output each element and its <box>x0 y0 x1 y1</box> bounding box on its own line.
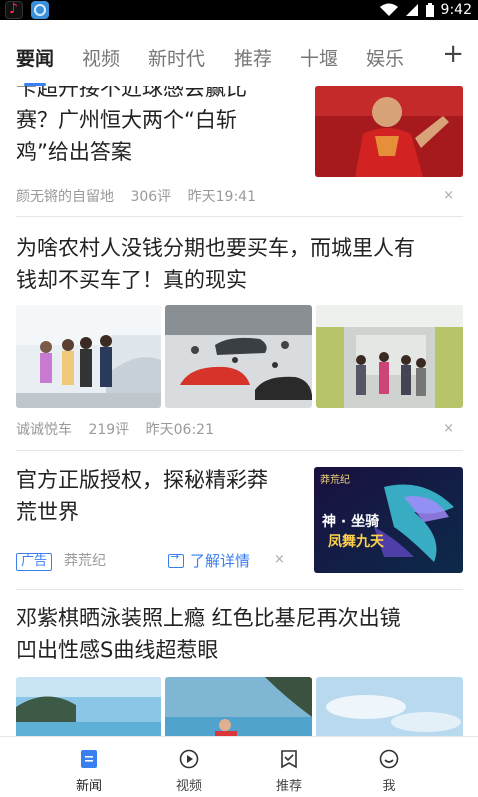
tab-entertainment[interactable]: 娱乐 <box>366 44 404 71</box>
ad-banner-subheadline: 凤舞九天 <box>328 534 384 550</box>
tab-video[interactable]: 视频 <box>82 44 120 71</box>
news-thumbnail-swim <box>165 677 312 736</box>
browser-icon <box>31 1 49 19</box>
recommend-icon <box>281 750 297 769</box>
news-thumbnail-subway <box>316 305 463 408</box>
tab-shiyan[interactable]: 十堰 <box>300 44 338 71</box>
ad-meta: 广告 莽荒纪 <box>16 550 118 571</box>
ad-banner-brand: 莽荒纪 <box>320 475 350 486</box>
nav-news-label: 新闻 <box>75 779 102 794</box>
tab-new-era[interactable]: 新时代 <box>148 44 205 71</box>
news-thumbnail-car-dealer <box>16 305 161 408</box>
news-meta: 诚诚悦车 219评 昨天06:21 <box>16 419 226 439</box>
ad-banner-headline: 神 · 坐骑 <box>322 514 380 530</box>
divider <box>16 589 463 590</box>
news-thumbnail-auto-show <box>165 305 312 408</box>
learn-more-button[interactable]: 了解详情 <box>168 550 250 571</box>
ad-item[interactable]: 官方正版授权，探秘精彩莽 荒世界 <box>16 464 306 528</box>
nav-video-label: 视频 <box>175 779 202 794</box>
dismiss-close-icon[interactable]: × <box>443 421 454 436</box>
news-title: 邓紫棋晒泳装照上瘾 红色比基尼再次出镜 凹出性感S曲线超惹眼 <box>16 606 401 662</box>
news-time: 昨天06:21 <box>145 422 214 438</box>
news-time: 昨天19:41 <box>187 189 256 205</box>
news-comments: 306评 <box>130 189 172 205</box>
external-link-icon <box>168 550 184 568</box>
ad-banner-image: 莽荒纪 神 · 坐骑 凤舞九天 <box>314 467 463 573</box>
ad-source: 莽荒纪 <box>64 553 107 569</box>
divider <box>16 450 463 451</box>
news-icon <box>81 750 97 768</box>
nav-news[interactable]: 新闻 <box>49 737 129 797</box>
wifi-icon <box>379 3 398 16</box>
tab-yaowen[interactable]: 要闻 <box>16 44 54 71</box>
play-icon <box>179 749 199 769</box>
dismiss-close-icon[interactable]: × <box>443 188 454 203</box>
news-title: 为啥农村人没钱分期也要买车，而城里人有 钱却不买车了！真的现实 <box>16 236 415 292</box>
tab-recommend[interactable]: 推荐 <box>234 44 272 71</box>
nav-video[interactable]: 视频 <box>149 737 229 797</box>
news-thumbnail-beach <box>16 677 161 736</box>
channel-tabs: 要闻 视频 新时代 推荐 十堰 娱乐 + <box>0 20 478 86</box>
nav-profile[interactable]: 我 <box>349 737 429 797</box>
nav-recommend-label: 推荐 <box>275 779 302 794</box>
add-channel-button[interactable]: + <box>442 40 464 68</box>
ad-badge: 广告 <box>16 553 53 571</box>
status-time: 9:42 <box>440 2 472 18</box>
news-title: 卡超开接不近球感会赢比 赛？广州恒大两个“白斩 鸡”给出答案 <box>16 86 247 164</box>
news-source: 诚诚悦车 <box>16 422 72 438</box>
ad-title: 官方正版授权，探秘精彩莽 荒世界 <box>16 468 268 524</box>
news-item[interactable]: 邓紫棋晒泳装照上瘾 红色比基尼再次出镜 凹出性感S曲线超惹眼 <box>16 602 463 666</box>
tiktok-icon <box>5 1 23 19</box>
nav-recommend[interactable]: 推荐 <box>249 737 329 797</box>
news-thumbnail-sky <box>316 677 463 736</box>
nav-profile-label: 我 <box>382 779 396 794</box>
battery-icon <box>425 2 434 17</box>
divider <box>16 216 463 217</box>
news-item[interactable]: 为啥农村人没钱分期也要买车，而城里人有 钱却不买车了！真的现实 <box>16 232 463 296</box>
profile-icon <box>379 749 399 769</box>
news-feed[interactable]: 卡超开接不近球感会赢比 赛？广州恒大两个“白斩 鸡”给出答案 颜无锵的自留地 3… <box>0 86 478 736</box>
bottom-navigation: 新闻 视频 推荐 我 <box>0 736 478 797</box>
news-source: 颜无锵的自留地 <box>16 189 114 205</box>
status-bar: 9:42 <box>0 0 478 20</box>
signal-icon <box>405 4 418 16</box>
news-comments: 219评 <box>88 422 130 438</box>
dismiss-close-icon[interactable]: × <box>274 552 285 567</box>
news-meta: 颜无锵的自留地 306评 昨天19:41 <box>16 186 268 206</box>
news-thumbnail-footballer <box>315 86 463 177</box>
